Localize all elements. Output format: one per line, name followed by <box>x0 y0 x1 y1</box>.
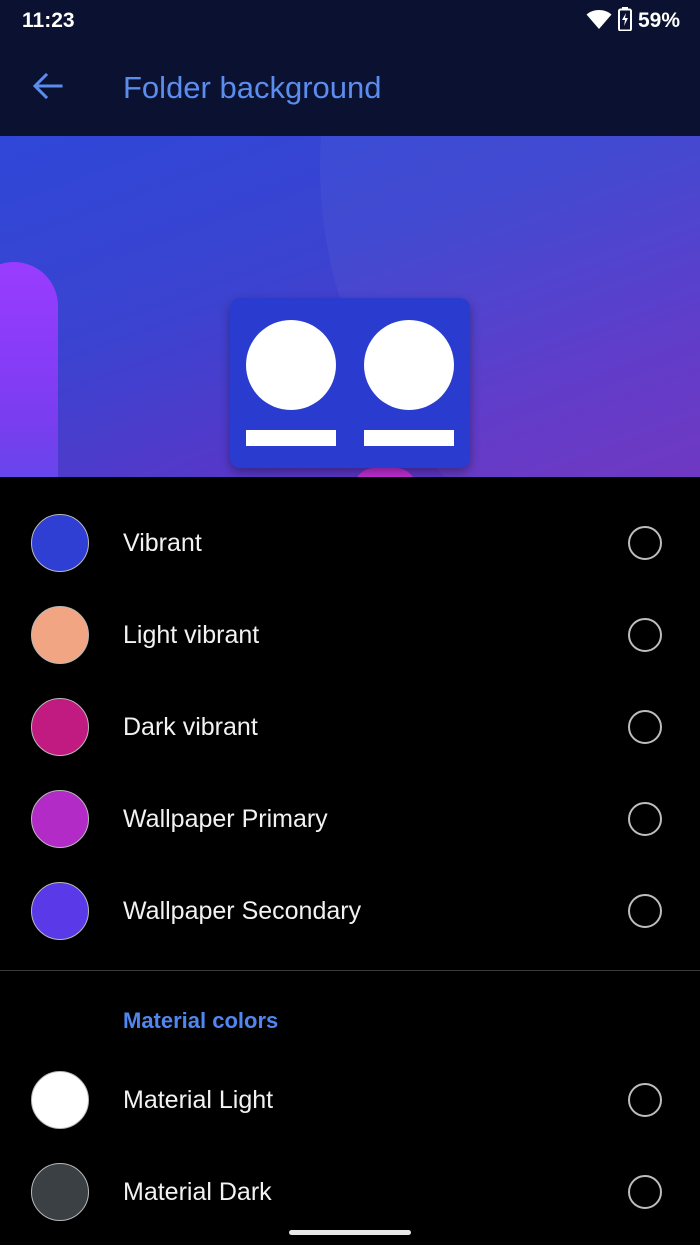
color-swatch <box>31 606 89 664</box>
folder-preview-icon <box>230 298 470 468</box>
folder-app-icon <box>246 320 336 410</box>
color-swatch <box>31 882 89 940</box>
status-bar: 11:23 59% <box>0 0 700 42</box>
radio-button[interactable] <box>628 894 662 928</box>
screen: 11:23 59% Folder background Vibrant Ligh… <box>0 0 700 1245</box>
page-title: Folder background <box>123 70 382 105</box>
radio-button[interactable] <box>628 526 662 560</box>
option-label: Light vibrant <box>123 621 260 649</box>
folder-preview <box>0 136 700 477</box>
radio-button[interactable] <box>628 1175 662 1209</box>
color-swatch <box>31 1163 89 1221</box>
color-swatch <box>31 514 89 572</box>
option-material-dark[interactable]: Material Dark <box>0 1148 700 1240</box>
option-label: Material Dark <box>123 1178 272 1206</box>
option-label: Wallpaper Secondary <box>123 897 362 925</box>
wallpaper-shape <box>0 262 58 477</box>
folder-app-label <box>246 430 336 446</box>
color-swatch <box>31 1071 89 1129</box>
option-vibrant[interactable]: Vibrant <box>0 499 700 591</box>
radio-button[interactable] <box>628 710 662 744</box>
navigation-handle[interactable] <box>289 1230 411 1235</box>
radio-button[interactable] <box>628 1083 662 1117</box>
divider <box>0 970 700 971</box>
option-label: Vibrant <box>123 529 202 557</box>
wifi-icon <box>586 8 612 35</box>
folder-app-label <box>364 430 454 446</box>
battery-percentage: 59% <box>637 9 680 32</box>
arrow-left-icon <box>32 72 63 104</box>
option-label: Dark vibrant <box>123 713 258 741</box>
status-time: 11:23 <box>22 9 75 32</box>
back-button[interactable] <box>26 66 70 110</box>
option-wallpaper-primary[interactable]: Wallpaper Primary <box>0 775 700 867</box>
option-label: Material Light <box>123 1086 274 1114</box>
folder-app-icon <box>364 320 454 410</box>
battery-icon <box>617 6 632 36</box>
status-icons: 59% <box>586 6 680 36</box>
option-wallpaper-secondary[interactable]: Wallpaper Secondary <box>0 867 700 959</box>
option-dark-vibrant[interactable]: Dark vibrant <box>0 683 700 775</box>
color-swatch <box>31 790 89 848</box>
section-header-material: Material colors <box>123 1008 279 1033</box>
radio-button[interactable] <box>628 802 662 836</box>
radio-button[interactable] <box>628 618 662 652</box>
option-label: Wallpaper Primary <box>123 805 328 833</box>
color-swatch <box>31 698 89 756</box>
wallpaper-dot <box>354 468 416 477</box>
option-material-light[interactable]: Material Light <box>0 1056 700 1148</box>
app-bar: Folder background <box>0 42 700 136</box>
option-light-vibrant[interactable]: Light vibrant <box>0 591 700 683</box>
